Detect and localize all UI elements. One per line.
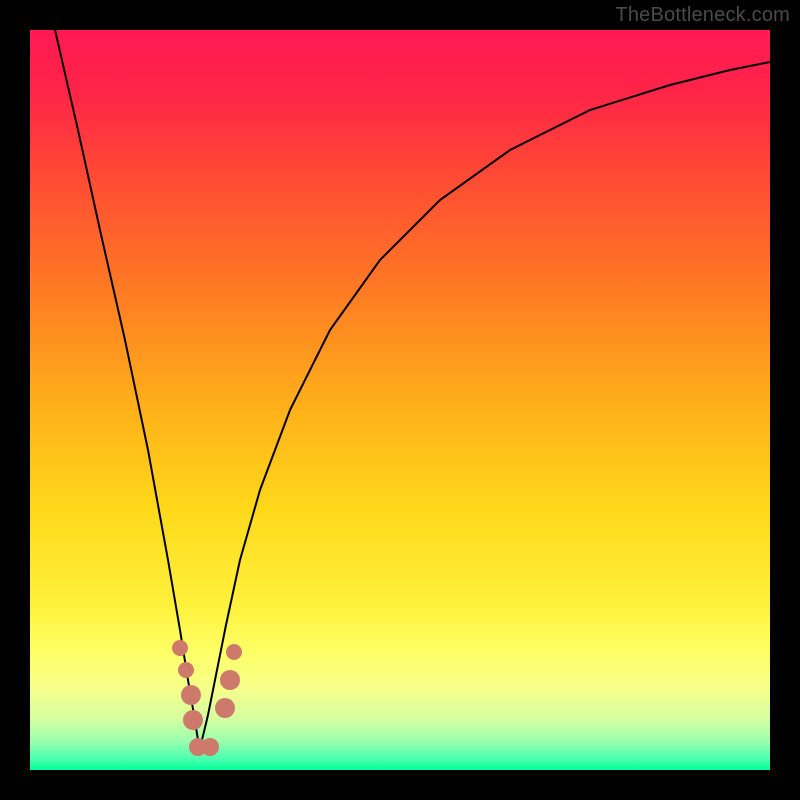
curve-marker [201,738,219,756]
gradient-background [30,30,770,770]
curve-marker [220,670,240,690]
watermark-text: TheBottleneck.com [615,4,790,27]
plot-area [30,30,770,770]
curve-marker [215,698,235,718]
curve-marker [181,685,201,705]
curve-marker [183,710,203,730]
chart-frame: TheBottleneck.com [0,0,800,800]
curve-marker [226,644,242,660]
curve-marker [178,662,194,678]
curve-marker [172,640,188,656]
bottleneck-chart [30,30,770,770]
